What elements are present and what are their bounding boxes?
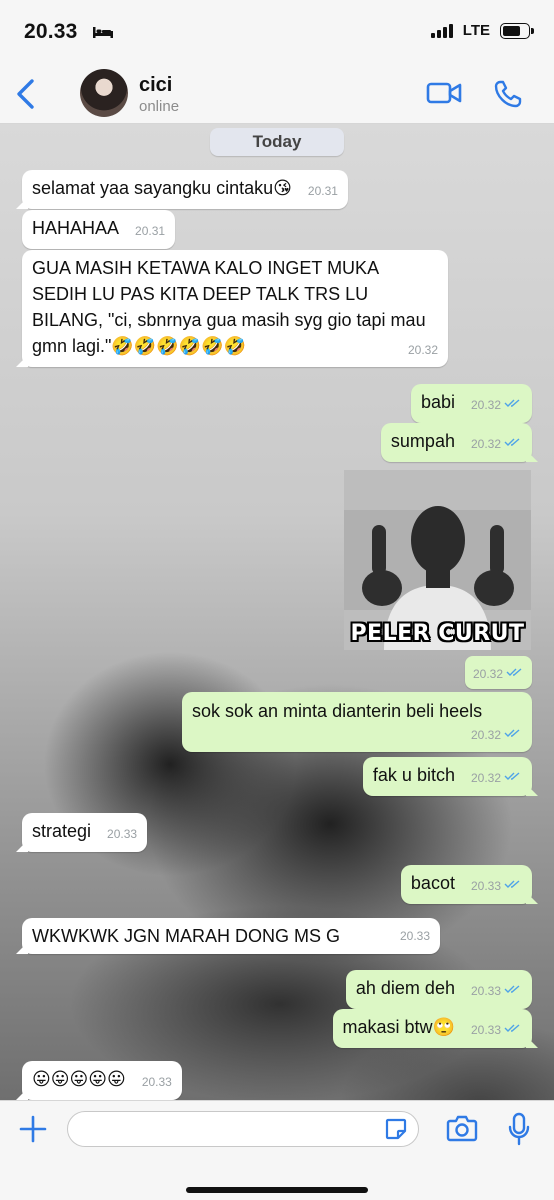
message-incoming[interactable]: WKWKWK JGN MARAH DONG MS G 20.33 [16,918,440,954]
message-incoming[interactable]: strategi 20.33 [16,813,148,852]
message-outgoing[interactable]: makasi btw🙄 20.33 [332,1009,538,1048]
message-time: 20.32 [470,398,501,412]
network-label: LTE [462,22,490,39]
plus-icon[interactable] [18,1114,48,1144]
double-check-icon [504,1024,520,1032]
chat-area[interactable]: Today selamat yaa sayangku cintaku😘 20.31… [0,124,554,1100]
message-text: bacot [410,873,455,893]
message-text: sok sok an minta dianterin beli heels [192,701,483,721]
message-text: HAHAHAA [32,218,120,238]
signal-icon [430,23,453,38]
status-bar: 20.33 LTE [0,0,554,62]
double-check-icon [504,985,520,993]
message-text: ah diem deh [355,978,455,998]
message-composer [0,1100,554,1200]
avatar[interactable] [80,69,128,117]
contact-status: online [139,98,180,115]
double-check-icon [504,772,520,780]
contact-name[interactable]: cici [139,74,172,97]
message-time: 20.32 [470,771,501,785]
message-time: 20.33 [470,879,501,893]
message-time: 20.33 [470,1023,501,1037]
message-text: selamat yaa sayangku cintaku😘 [32,178,292,198]
double-check-icon [504,399,520,407]
clock: 20.33 [24,20,78,43]
message-time: 20.33 [141,1075,172,1089]
message-time: 20.33 [470,984,501,998]
message-time: 20.33 [107,827,138,841]
message-outgoing[interactable]: sok sok an minta dianterin beli heels 20… [182,692,532,752]
message-outgoing[interactable]: sumpah 20.32 [380,423,538,462]
chat-header: cici online [0,62,554,124]
message-input[interactable] [67,1111,419,1147]
message-time: 20.31 [135,224,166,238]
date-separator: Today [210,128,344,156]
message-time: 20.32 [470,728,501,742]
sticker-meta: 20.32 [464,656,532,689]
sticker-caption: PELER CURUT [350,621,525,646]
message-incoming[interactable]: selamat yaa sayangku cintaku😘 20.31 [16,170,348,209]
double-check-icon [504,729,520,737]
message-incoming[interactable]: GUA MASIH KETAWA KALO INGET MUKA SEDIH L… [16,250,448,367]
sticker-icon[interactable] [384,1117,408,1141]
home-indicator [186,1187,368,1193]
message-text: makasi btw🙄 [342,1017,455,1037]
battery-level [503,25,520,36]
sticker-image[interactable]: PELER CURUT [344,470,531,650]
message-text: strategi [32,821,92,841]
message-outgoing[interactable]: babi 20.32 [410,384,532,423]
message-incoming[interactable]: 😛😛😛😛😛 20.33 [16,1061,182,1100]
message-text: babi [420,392,455,412]
microphone-icon[interactable] [507,1112,531,1146]
message-text: fak u bitch [372,765,455,785]
message-outgoing[interactable]: ah diem deh 20.33 [345,970,532,1009]
chevron-left-icon[interactable] [14,78,38,110]
double-check-icon [504,438,520,446]
message-text: sumpah [390,431,455,451]
message-time: 20.33 [399,929,430,943]
message-time: 20.32 [472,667,503,681]
message-outgoing[interactable]: bacot 20.33 [400,865,538,904]
message-incoming[interactable]: HAHAHAA 20.31 [22,210,176,249]
phone-icon[interactable] [493,79,523,109]
bed-icon [93,27,113,38]
message-text: GUA MASIH KETAWA KALO INGET MUKA SEDIH L… [32,258,426,356]
battery-icon [500,22,534,39]
message-text: 😛😛😛😛😛 [32,1069,126,1089]
camera-icon[interactable] [446,1114,478,1142]
double-check-icon [504,880,520,888]
video-camera-icon[interactable] [426,80,462,106]
message-time: 20.31 [307,184,338,198]
message-time: 20.32 [407,343,438,357]
message-time: 20.32 [470,437,501,451]
double-check-icon [506,668,522,676]
message-text: WKWKWK JGN MARAH DONG MS G [32,926,340,946]
message-outgoing[interactable]: fak u bitch 20.32 [362,757,538,796]
